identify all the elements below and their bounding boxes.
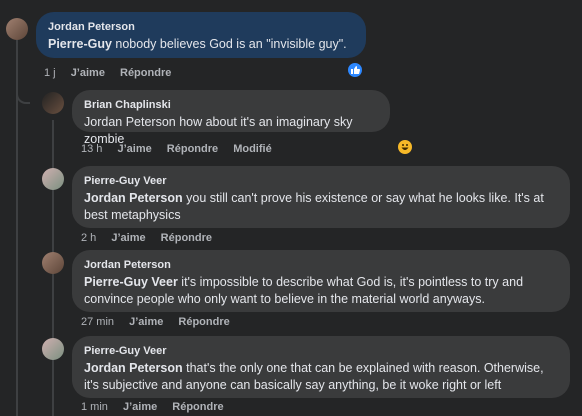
comment-time[interactable]: 13 h: [81, 143, 102, 155]
comment-text: Pierre-Guy nobody believes God is an "in…: [48, 37, 347, 51]
comment-actions: 13 h J’aime Répondre Modifié: [81, 142, 284, 156]
comment-bubble: Brian Chaplinski Jordan Peterson how abo…: [72, 90, 390, 146]
comment-actions: 1 min J’aime Répondre: [81, 400, 236, 414]
comment-author[interactable]: Brian Chaplinski: [84, 98, 378, 112]
like-button[interactable]: J’aime: [129, 316, 163, 328]
mention-link[interactable]: Pierre-Guy Veer: [84, 275, 178, 289]
comment-author[interactable]: Pierre-Guy Veer: [84, 174, 558, 188]
like-button[interactable]: J’aime: [123, 401, 157, 413]
comment-bubble: Jordan Peterson Pierre-Guy Veer it's imp…: [72, 250, 570, 312]
comment-bubble: Jordan Peterson Pierre-Guy nobody believ…: [36, 12, 366, 58]
comment-text: Jordan Peterson you still can't prove hi…: [84, 191, 544, 222]
reply-button[interactable]: Répondre: [167, 143, 218, 155]
avatar[interactable]: [6, 18, 28, 40]
comment-actions: 1 j J’aime Répondre: [44, 66, 183, 80]
comment-author[interactable]: Jordan Peterson: [48, 20, 354, 34]
thread-curve: [16, 80, 30, 104]
avatar[interactable]: [42, 92, 64, 114]
like-reaction-icon[interactable]: [346, 61, 364, 79]
avatar[interactable]: [42, 252, 64, 274]
comment-text: Pierre-Guy Veer it's impossible to descr…: [84, 275, 524, 306]
comment-time[interactable]: 1 min: [81, 401, 108, 413]
reply-button[interactable]: Répondre: [120, 67, 171, 79]
mention-link[interactable]: Pierre-Guy: [48, 37, 112, 51]
reply-button[interactable]: Répondre: [172, 401, 223, 413]
mention-link[interactable]: Jordan Peterson: [84, 361, 183, 375]
avatar[interactable]: [42, 168, 64, 190]
reply-button[interactable]: Répondre: [161, 232, 212, 244]
comment-author[interactable]: Jordan Peterson: [84, 258, 558, 272]
comment-time[interactable]: 27 min: [81, 316, 114, 328]
comment-actions: 2 h J’aime Répondre: [81, 231, 224, 245]
comment-author[interactable]: Pierre-Guy Veer: [84, 344, 558, 358]
comment-bubble: Pierre-Guy Veer Jordan Peterson you stil…: [72, 166, 570, 228]
like-button[interactable]: J’aime: [117, 143, 151, 155]
like-button[interactable]: J’aime: [71, 67, 105, 79]
reply-button[interactable]: Répondre: [178, 316, 229, 328]
edited-label[interactable]: Modifié: [233, 143, 272, 155]
comment-text: Jordan Peterson that's the only one that…: [84, 361, 544, 392]
mention-link[interactable]: Jordan Peterson: [84, 191, 183, 205]
like-button[interactable]: J’aime: [111, 232, 145, 244]
avatar[interactable]: [42, 338, 64, 360]
comment-time[interactable]: 2 h: [81, 232, 96, 244]
comment-bubble: Pierre-Guy Veer Jordan Peterson that's t…: [72, 336, 570, 398]
comment-actions: 27 min J’aime Répondre: [81, 315, 242, 329]
comment-time[interactable]: 1 j: [44, 67, 56, 79]
haha-reaction-icon[interactable]: [396, 138, 414, 156]
